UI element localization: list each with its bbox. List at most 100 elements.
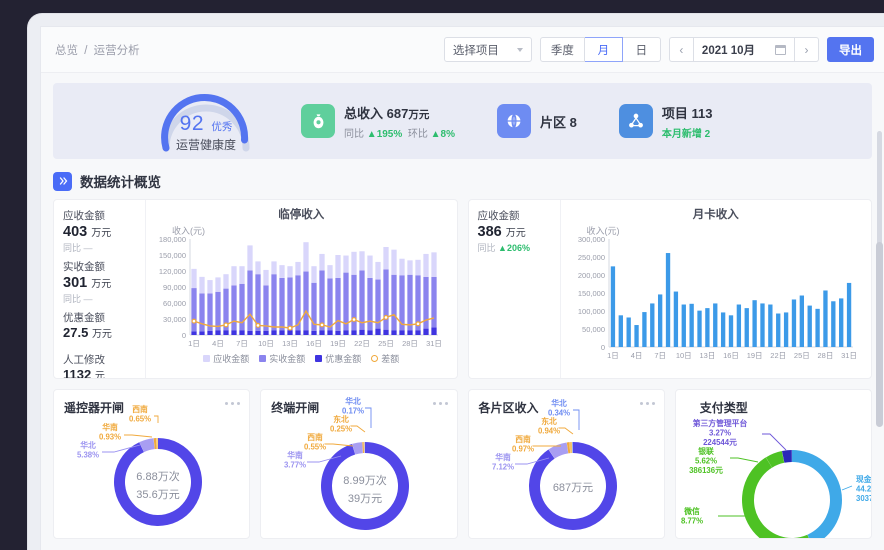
legend-item-received[interactable]: 实收金额 bbox=[259, 352, 305, 365]
toolbar-controls: 选择项目 季度 月 日 ‹ 2021 10月 › 导出 bbox=[443, 37, 874, 62]
bar-chart[interactable]: 0 50,000 100,000 150,000 200,000 250,000 300,0… bbox=[561, 237, 859, 363]
more-options-button-0[interactable] bbox=[225, 402, 241, 405]
svg-text:30375: 30375 bbox=[856, 494, 872, 503]
svg-text:1日: 1日 bbox=[188, 339, 200, 348]
more-options-button-1[interactable] bbox=[432, 402, 448, 405]
svg-text:31日: 31日 bbox=[426, 339, 442, 348]
stat-mc-receivable: 应收金额 386 万元 同比 ▲206% bbox=[478, 208, 560, 254]
dot-icon bbox=[231, 402, 235, 405]
svg-text:19日: 19日 bbox=[330, 339, 346, 348]
svg-text:西南: 西南 bbox=[307, 432, 323, 442]
svg-text:0: 0 bbox=[182, 331, 186, 340]
dot-icon bbox=[639, 402, 643, 405]
breadcrumb-root[interactable]: 总览 bbox=[55, 45, 78, 57]
kpi-total-revenue-value: 总收入 687万元 bbox=[344, 103, 455, 122]
legend-swatch-diff bbox=[371, 355, 379, 362]
section-title: 数据统计概览 bbox=[80, 175, 161, 190]
legend-label-discount: 优惠金额 bbox=[325, 354, 362, 364]
chart-ylabel-0: 收入(元) bbox=[172, 226, 205, 236]
svg-text:0.93%: 0.93% bbox=[99, 433, 121, 442]
svg-text:224544元: 224544元 bbox=[703, 438, 737, 447]
svg-text:100,000: 100,000 bbox=[577, 307, 604, 316]
stat-discount: 优惠金额 27.5 万元 bbox=[63, 310, 145, 342]
stat-receivable-number: 403 bbox=[63, 224, 88, 240]
donut-charts-row: 遥控器开闸 6.88万次 35.6万元 西南 0.65% 华南 0.93% 华北 5.38% … bbox=[53, 389, 872, 539]
gauge-score: 92 bbox=[179, 112, 204, 135]
stat-manual-edit-unit: 元 bbox=[94, 370, 105, 379]
svg-text:东北: 东北 bbox=[333, 414, 349, 424]
range-option-day[interactable]: 日 bbox=[622, 37, 661, 62]
chevron-down-icon bbox=[516, 47, 523, 52]
legend-item-diff[interactable]: 差额 bbox=[371, 352, 399, 365]
kpi-total-revenue-number: 687 bbox=[386, 105, 409, 121]
temp-parking-stats: 应收金额 403 万元 同比 — 实收金额 301 万元 同比 — 优惠金额 2… bbox=[54, 200, 146, 378]
next-period-button[interactable]: › bbox=[795, 37, 819, 62]
svg-text:0.97%: 0.97% bbox=[511, 445, 533, 454]
card-payment-type: 支付类型 第三方管理平台 3.27% 224544元 银联 5.62% 386136元 微信… bbox=[674, 389, 872, 539]
page-content: 总览 / 运营分析 选择项目 季度 月 日 ‹ 2021 10月 › 导出 92… bbox=[40, 26, 884, 550]
svg-text:16日: 16日 bbox=[306, 339, 322, 348]
svg-text:0.94%: 0.94% bbox=[537, 427, 559, 436]
dot-icon bbox=[444, 402, 448, 405]
window-scrollbar-thumb[interactable] bbox=[876, 242, 883, 427]
stat-manual-edit-number: 1132 bbox=[63, 366, 92, 379]
project-select-label: 选择项目 bbox=[452, 44, 499, 57]
chart-plot-area-0: 0 30,000 60,000 90,000 120,000 150,000 180,000… bbox=[146, 237, 457, 351]
donut-title-3: 支付类型 bbox=[699, 401, 748, 415]
legend-swatch-discount bbox=[315, 355, 323, 362]
section-header: 数据统计概览 bbox=[53, 171, 872, 191]
range-option-month[interactable]: 月 bbox=[584, 37, 623, 62]
card-remote-gate: 遥控器开闸 6.88万次 35.6万元 西南 0.65% 华南 0.93% 华北 5.38% bbox=[53, 389, 251, 539]
dot-icon bbox=[237, 402, 241, 405]
svg-text:0.65%: 0.65% bbox=[129, 415, 151, 424]
legend-item-receivable[interactable]: 应收金额 bbox=[203, 352, 249, 365]
svg-text:25日: 25日 bbox=[378, 339, 394, 348]
arrow-up-icon-2: ▲ bbox=[430, 128, 441, 140]
svg-text:现金: 现金 bbox=[856, 474, 872, 484]
network-nodes-icon bbox=[618, 104, 653, 138]
svg-text:150,000: 150,000 bbox=[159, 251, 186, 260]
data-overview-section: 数据统计概览 应收金额 403 万元 同比 — 实收金额 301 万元 同比 —… bbox=[53, 171, 872, 539]
svg-text:银联: 银联 bbox=[697, 446, 714, 456]
kpi-projects-number: 113 bbox=[691, 105, 713, 121]
svg-text:180,000: 180,000 bbox=[159, 237, 186, 244]
legend-item-discount[interactable]: 优惠金额 bbox=[315, 352, 361, 365]
stat-receivable-label: 应收金额 bbox=[63, 210, 105, 222]
stacked-bar-chart[interactable]: 0 30,000 60,000 90,000 120,000 150,000 180,000… bbox=[146, 237, 444, 351]
arrow-up-icon: ▲ bbox=[366, 128, 377, 140]
stat-mc-sub-value: 206% bbox=[506, 243, 530, 254]
svg-text:39万元: 39万元 bbox=[348, 493, 382, 505]
export-button[interactable]: 导出 bbox=[827, 37, 874, 62]
svg-text:28日: 28日 bbox=[402, 339, 418, 348]
legend-label-received: 实收金额 bbox=[269, 354, 306, 364]
window-scrollbar[interactable] bbox=[876, 62, 883, 548]
chart-title-0: 临停收入 bbox=[278, 209, 325, 221]
svg-text:35.6万元: 35.6万元 bbox=[136, 489, 179, 501]
svg-text:微信: 微信 bbox=[683, 506, 700, 516]
svg-text:687万元: 687万元 bbox=[552, 482, 592, 494]
svg-text:华北: 华北 bbox=[551, 398, 567, 408]
svg-text:8.77%: 8.77% bbox=[681, 517, 703, 526]
svg-text:华南: 华南 bbox=[495, 452, 511, 462]
svg-text:0.25%: 0.25% bbox=[330, 425, 352, 434]
double-chevron-icon bbox=[53, 171, 72, 191]
project-select[interactable]: 选择项目 bbox=[443, 37, 532, 62]
kpi-total-revenue-sub: 同比 ▲195% 环比 ▲8% bbox=[344, 125, 455, 140]
stat-discount-number: 27.5 bbox=[63, 325, 89, 341]
kpi-districts-value: 片区 8 bbox=[540, 112, 577, 131]
prev-period-button[interactable]: ‹ bbox=[668, 37, 693, 62]
more-options-button-2[interactable] bbox=[639, 402, 655, 405]
kpi-projects: 项目 113 本月新增 2 bbox=[618, 103, 713, 140]
range-option-quarter[interactable]: 季度 bbox=[539, 37, 585, 62]
svg-text:31日: 31日 bbox=[841, 351, 857, 360]
temp-parking-plot: 临停收入 收入(元) 0 30,000 60,000 90,000 120,000 150… bbox=[146, 200, 457, 378]
dot-icon bbox=[225, 402, 229, 405]
date-picker[interactable]: 2021 10月 bbox=[692, 37, 795, 62]
card-temp-parking-revenue: 应收金额 403 万元 同比 — 实收金额 301 万元 同比 — 优惠金额 2… bbox=[53, 199, 458, 379]
donut-title-2: 各片区收入 bbox=[478, 401, 539, 415]
kpi-summary-strip: 92 优秀 运营健康度 总收入 687万元 同比 ▲195% 环比 ▲8% 片区… bbox=[53, 83, 872, 159]
kpi-projects-title: 项目 bbox=[661, 105, 688, 121]
svg-text:西南: 西南 bbox=[515, 434, 531, 444]
donut-title-0: 遥控器开闸 bbox=[64, 401, 125, 415]
svg-text:西南: 西南 bbox=[132, 404, 148, 414]
